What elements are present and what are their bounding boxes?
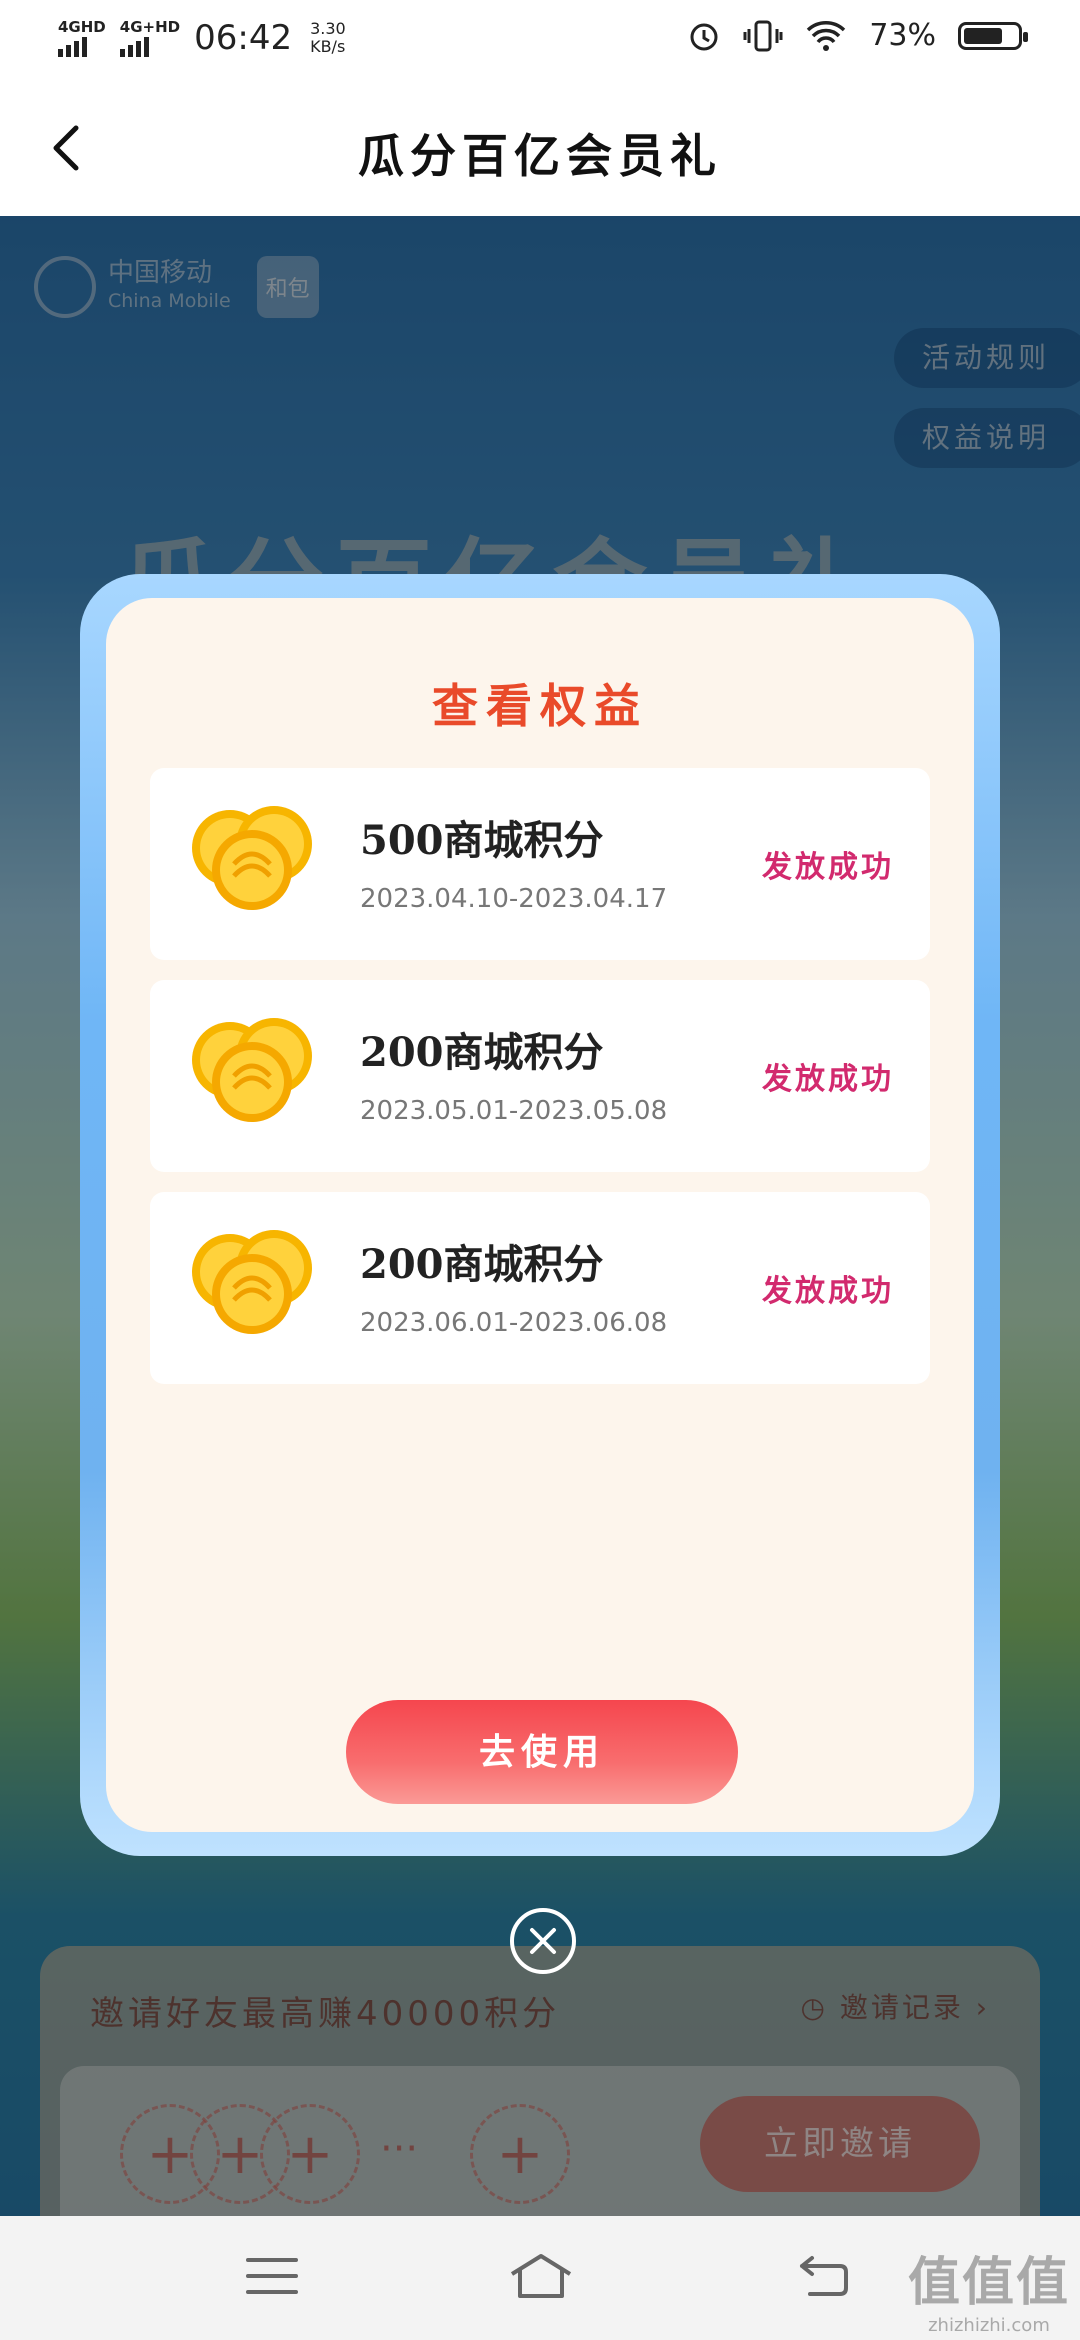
coin-icon (192, 806, 312, 910)
benefit-period: 2023.04.10-2023.04.17 (360, 884, 668, 914)
benefit-name: 200商城积分 (360, 1241, 604, 1288)
benefit-status: 发放成功 (762, 850, 894, 885)
signal-bars-icon (119, 35, 149, 57)
benefit-name: 500商城积分 (360, 817, 604, 864)
modal-title: 查看权益 (432, 679, 648, 733)
page-title: 瓜分百亿会员礼 (358, 129, 722, 183)
system-nav-bar: 值值值 zhizhizhi.com (0, 2216, 1080, 2340)
signal-1: 4GHD (58, 19, 106, 57)
back-icon[interactable] (796, 2252, 852, 2300)
coin-icon (192, 1230, 312, 1334)
benefit-item: 200商城积分 2023.05.01-2023.05.08 发放成功 (150, 980, 930, 1172)
benefits-modal: 查看权益 500商城积分 2023.04.10-2023.04.17 发放成功 … (106, 598, 974, 1832)
status-bar: 4GHD 4G+HD 06:42 3.30 KB/s 73% (0, 0, 1080, 80)
benefit-item: 500商城积分 2023.04.10-2023.04.17 发放成功 (150, 768, 930, 960)
network-speed: 3.30 KB/s (310, 19, 346, 56)
battery-icon (958, 21, 1028, 50)
battery-percent: 73% (869, 18, 936, 53)
clock: 06:42 (194, 18, 293, 58)
title-bar: 瓜分百亿会员礼 (0, 80, 1080, 216)
wifi-icon (807, 20, 846, 51)
vibrate-icon (743, 20, 783, 51)
benefit-period: 2023.06.01-2023.06.08 (360, 1308, 668, 1338)
watermark: 值值值 zhizhizhi.com (907, 2253, 1070, 2336)
benefit-status: 发放成功 (762, 1062, 894, 1097)
benefit-name: 200商城积分 (360, 1029, 604, 1076)
benefit-status: 发放成功 (762, 1274, 894, 1309)
close-icon[interactable] (510, 1908, 576, 1974)
home-icon[interactable] (508, 2252, 574, 2300)
coin-icon (192, 1018, 312, 1122)
use-now-button[interactable]: 去使用 (346, 1700, 738, 1804)
benefit-period: 2023.05.01-2023.05.08 (360, 1096, 668, 1126)
signal-bars-icon (58, 35, 87, 57)
signal-2: 4G+HD (119, 19, 180, 57)
alarm-icon (690, 23, 718, 50)
benefit-item: 200商城积分 2023.06.01-2023.06.08 发放成功 (150, 1192, 930, 1384)
menu-icon[interactable] (244, 2252, 300, 2300)
